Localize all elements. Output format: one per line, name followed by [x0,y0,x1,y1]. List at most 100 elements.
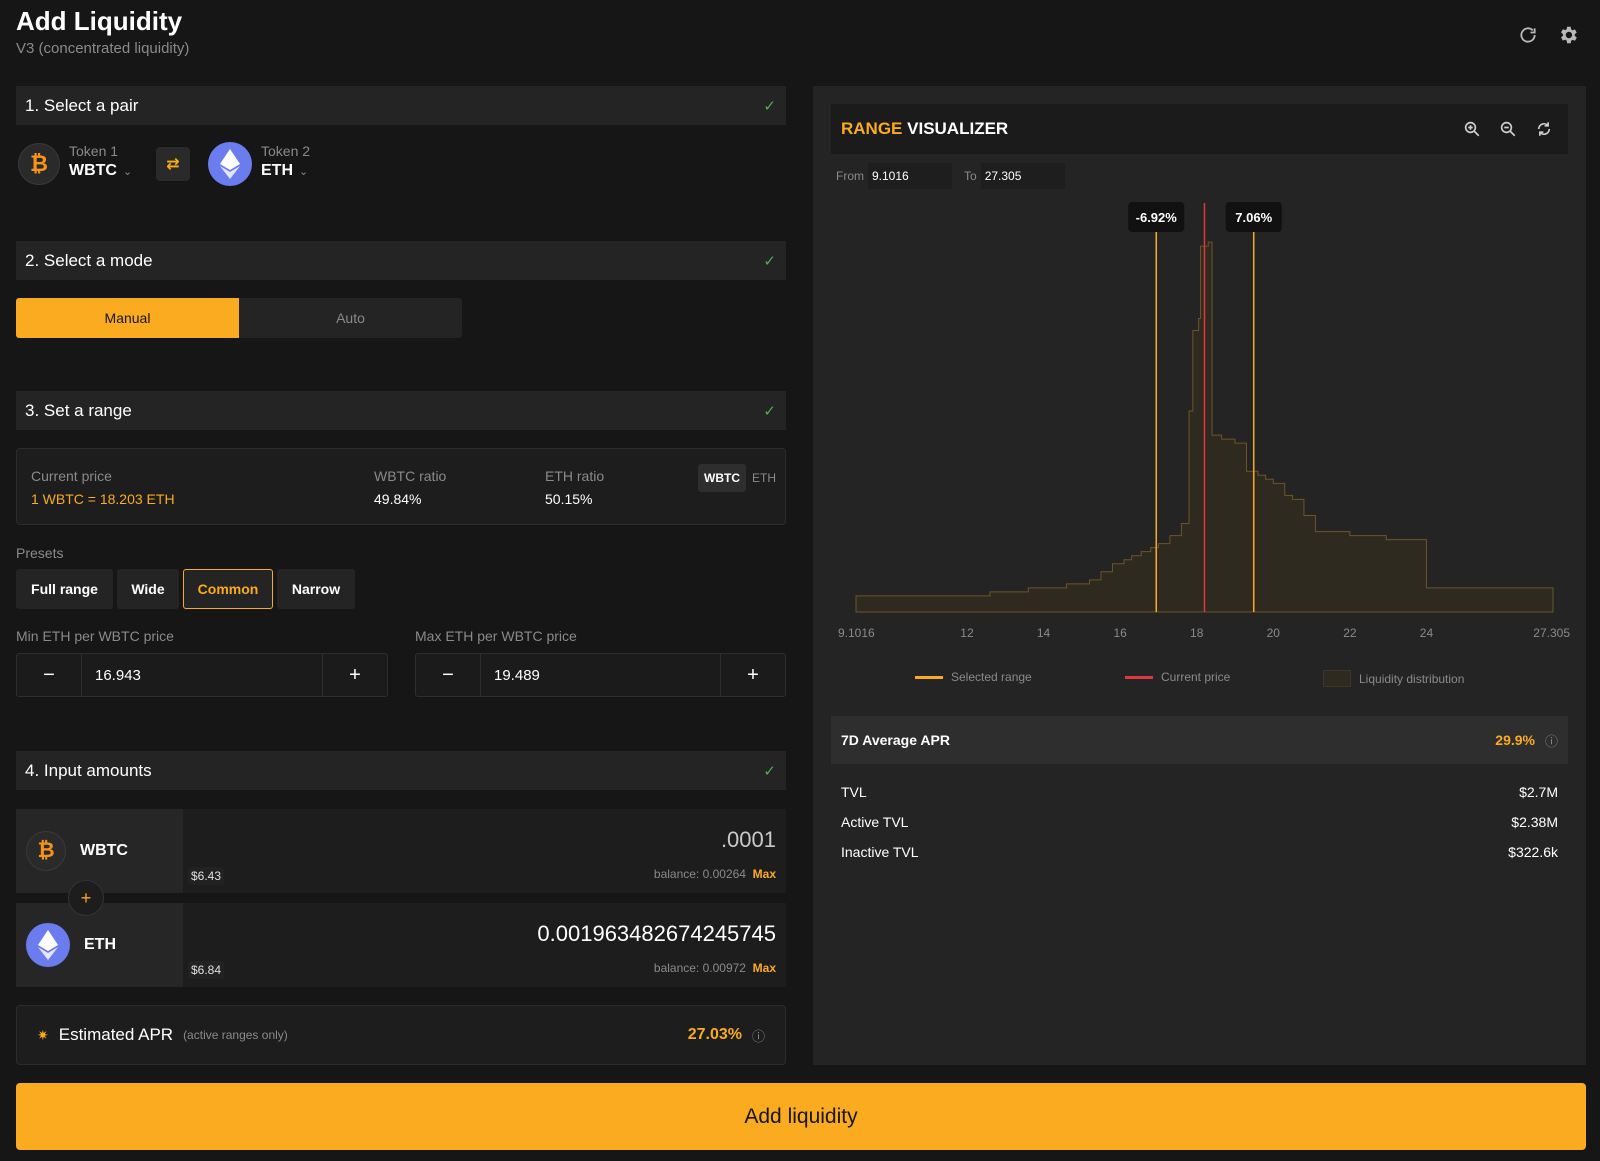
eth-balance: balance: 0.00972 Max [654,961,776,975]
from-label: From [836,169,864,183]
current-price-label: Current price [31,468,112,484]
wbtc-max-button[interactable]: Max [753,867,776,881]
legend-liquidity-swatch [1323,670,1351,687]
x-tick-label: 24 [1420,626,1434,640]
eth-max-button[interactable]: Max [753,961,776,975]
legend-selected-range: Selected range [915,670,1032,684]
max-decrease-button[interactable]: − [416,654,480,696]
section-set-range: 3. Set a range ✓ [16,391,786,430]
x-tick-label: 22 [1343,626,1357,640]
liquidity-chart: -6.92% 7.06% 9.1016 12 14 16 18 20 22 24 27.305 [838,202,1570,640]
seven-day-apr-label: 7D Average APR [841,732,950,748]
legend-selected-swatch [915,675,943,679]
token2-label: Token 2 [261,143,311,159]
x-tick-label: 14 [1037,626,1051,640]
token1-selector[interactable]: Token 1 WBTC ⌄ [69,143,132,180]
active-tvl-value: $2.38M [1511,814,1558,830]
zoom-out-icon[interactable] [1494,115,1522,143]
visualizer-header: RANGE VISUALIZER [831,104,1568,154]
active-tvl-row: Active TVL $2.38M [841,814,1558,830]
max-price-stepper: − 19.489 + [415,653,786,697]
eth-amount-input[interactable]: 0.001963482674245745 [537,921,776,947]
wbtc-amount-row: ₿ WBTC $6.43 .0001 balance: 0.00264 Max [16,809,786,893]
section-title: 4. Input amounts [25,760,152,780]
active-tvl-label: Active TVL [841,814,909,830]
max-price-input[interactable]: 19.489 [480,654,721,696]
reset-icon[interactable] [1530,115,1558,143]
preset-narrow[interactable]: Narrow [277,569,355,609]
wbtc-amount-input[interactable]: .0001 [721,827,776,853]
eth-amount-row: ETH $6.84 0.001963482674245745 balance: … [16,903,786,987]
help-icon[interactable]: ⓘ [752,1026,765,1045]
page-subtitle: V3 (concentrated liquidity) [16,40,190,57]
min-price-input[interactable]: 16.943 [81,654,323,696]
eth-usd-value: $6.84 [188,961,225,979]
swap-arrows-icon: ⇄ [166,156,180,173]
eth-ratio-value: 50.15% [545,491,593,507]
to-input[interactable]: 27.305 [980,163,1065,189]
visualizer-title: VISUALIZER [902,119,1009,138]
preset-full-range[interactable]: Full range [16,569,113,609]
toggle-eth[interactable]: ETH [746,464,782,492]
zoom-in-icon[interactable] [1458,115,1486,143]
apr-sparkle-icon: ✷ [37,1026,49,1043]
to-label: To [964,169,977,183]
max-price-label: Max ETH per WBTC price [415,628,577,644]
x-tick-label: 18 [1190,626,1204,640]
page-title: Add Liquidity [16,6,183,36]
wbtc-token-icon: ₿ [18,143,60,185]
max-increase-button[interactable]: + [721,654,785,696]
inactive-tvl-label: Inactive TVL [841,844,919,860]
legend-liquidity: Liquidity distribution [1323,670,1464,687]
wbtc-balance: balance: 0.00264 Max [654,867,776,881]
range-to: To 27.305 [964,162,1065,190]
token1-name: WBTC [69,162,117,179]
legend-liquidity-label: Liquidity distribution [1359,671,1465,686]
from-input[interactable]: 9.1016 [868,163,952,189]
preset-wide[interactable]: Wide [117,569,179,609]
min-decrease-button[interactable]: − [17,654,81,696]
legend-current-swatch [1125,675,1153,679]
estimated-apr-note: (active ranges only) [183,1028,288,1042]
check-icon: ✓ [763,402,776,420]
x-tick-label: 12 [960,626,974,640]
wbtc-token-icon: ₿ [26,831,66,871]
seven-day-apr-bar: 7D Average APR 29.9% ⓘ [831,716,1568,764]
section-title: 1. Select a pair [25,95,139,115]
seven-day-apr-value: 29.9% [1495,732,1535,748]
eth-balance-text: balance: 0.00972 [653,961,746,975]
mode-manual-button[interactable]: Manual [16,298,239,338]
preset-common[interactable]: Common [183,569,273,609]
gear-icon[interactable] [1555,22,1581,48]
token1-label: Token 1 [69,143,119,159]
eth-ratio-label: ETH ratio [545,468,605,484]
tvl-value: $2.7M [1519,784,1558,800]
x-tick-label: 20 [1267,626,1281,640]
price-unit-toggle: WBTC ETH [698,464,782,492]
toggle-wbtc[interactable]: WBTC [698,464,746,492]
eth-token-icon [208,142,252,186]
check-icon: ✓ [763,97,776,115]
mode-auto-button[interactable]: Auto [239,298,462,338]
token2-selector[interactable]: Token 2 ETH ⌄ [261,143,310,180]
wbtc-usd-value: $6.43 [188,867,225,885]
refresh-icon[interactable] [1515,22,1541,48]
range-from: From 9.1016 [836,162,952,190]
min-increase-button[interactable]: + [323,654,387,696]
tvl-row: TVL $2.7M [841,784,1558,800]
inactive-tvl-row: Inactive TVL $322.6k [841,844,1558,860]
estimated-apr-label: Estimated APR [58,1025,174,1044]
visualizer-title-accent: RANGE [841,119,903,138]
selected-range-percent: -6.92% [1136,210,1178,225]
swap-tokens-button[interactable]: ⇄ [156,147,190,181]
add-liquidity-button[interactable]: Add liquidity [16,1083,1586,1150]
legend-current-label: Current price [1161,670,1231,684]
min-price-label: Min ETH per WBTC price [16,628,174,644]
current-price-panel [16,448,786,525]
eth-amount-token: ETH [16,903,183,987]
help-icon[interactable]: ⓘ [1545,731,1558,750]
x-tick-label: 9.1016 [838,626,875,640]
wbtc-ratio-label: WBTC ratio [374,468,447,484]
token2-name: ETH [261,162,293,179]
wbtc-balance-text: balance: 0.00264 [653,867,746,881]
